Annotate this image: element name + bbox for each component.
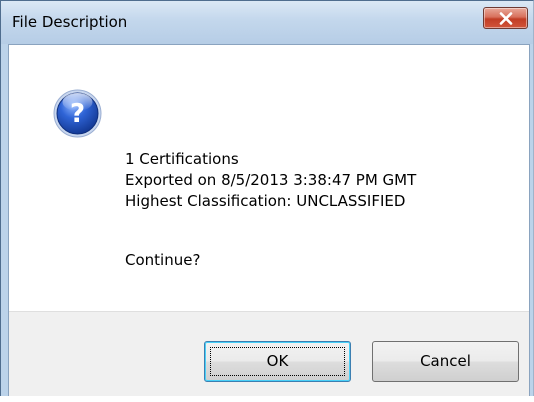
close-button[interactable]	[483, 7, 528, 29]
ok-button[interactable]: OK	[204, 341, 351, 382]
close-icon	[499, 12, 513, 25]
file-description-dialog: File Description ? 1 Certifications Expo…	[0, 0, 534, 402]
dialog-content: ? 1 Certifications Exported on 8/5/2013 …	[8, 44, 530, 398]
svg-text:?: ?	[70, 99, 85, 129]
background-strip	[0, 396, 534, 402]
button-bar: OK Cancel	[9, 311, 529, 398]
message-text: 1 Certifications Exported on 8/5/2013 3:…	[125, 149, 416, 212]
continue-prompt: Continue?	[125, 251, 201, 269]
classification-line: Highest Classification: UNCLASSIFIED	[125, 192, 406, 210]
cancel-button-label: Cancel	[420, 352, 471, 370]
cancel-button[interactable]: Cancel	[372, 341, 519, 382]
export-date-line: Exported on 8/5/2013 3:38:47 PM GMT	[125, 171, 417, 189]
question-icon: ?	[53, 89, 102, 138]
window-title: File Description	[12, 13, 128, 31]
certifications-count-line: 1 Certifications	[125, 150, 239, 168]
ok-button-label: OK	[266, 352, 289, 370]
title-bar[interactable]: File Description	[1, 1, 533, 44]
